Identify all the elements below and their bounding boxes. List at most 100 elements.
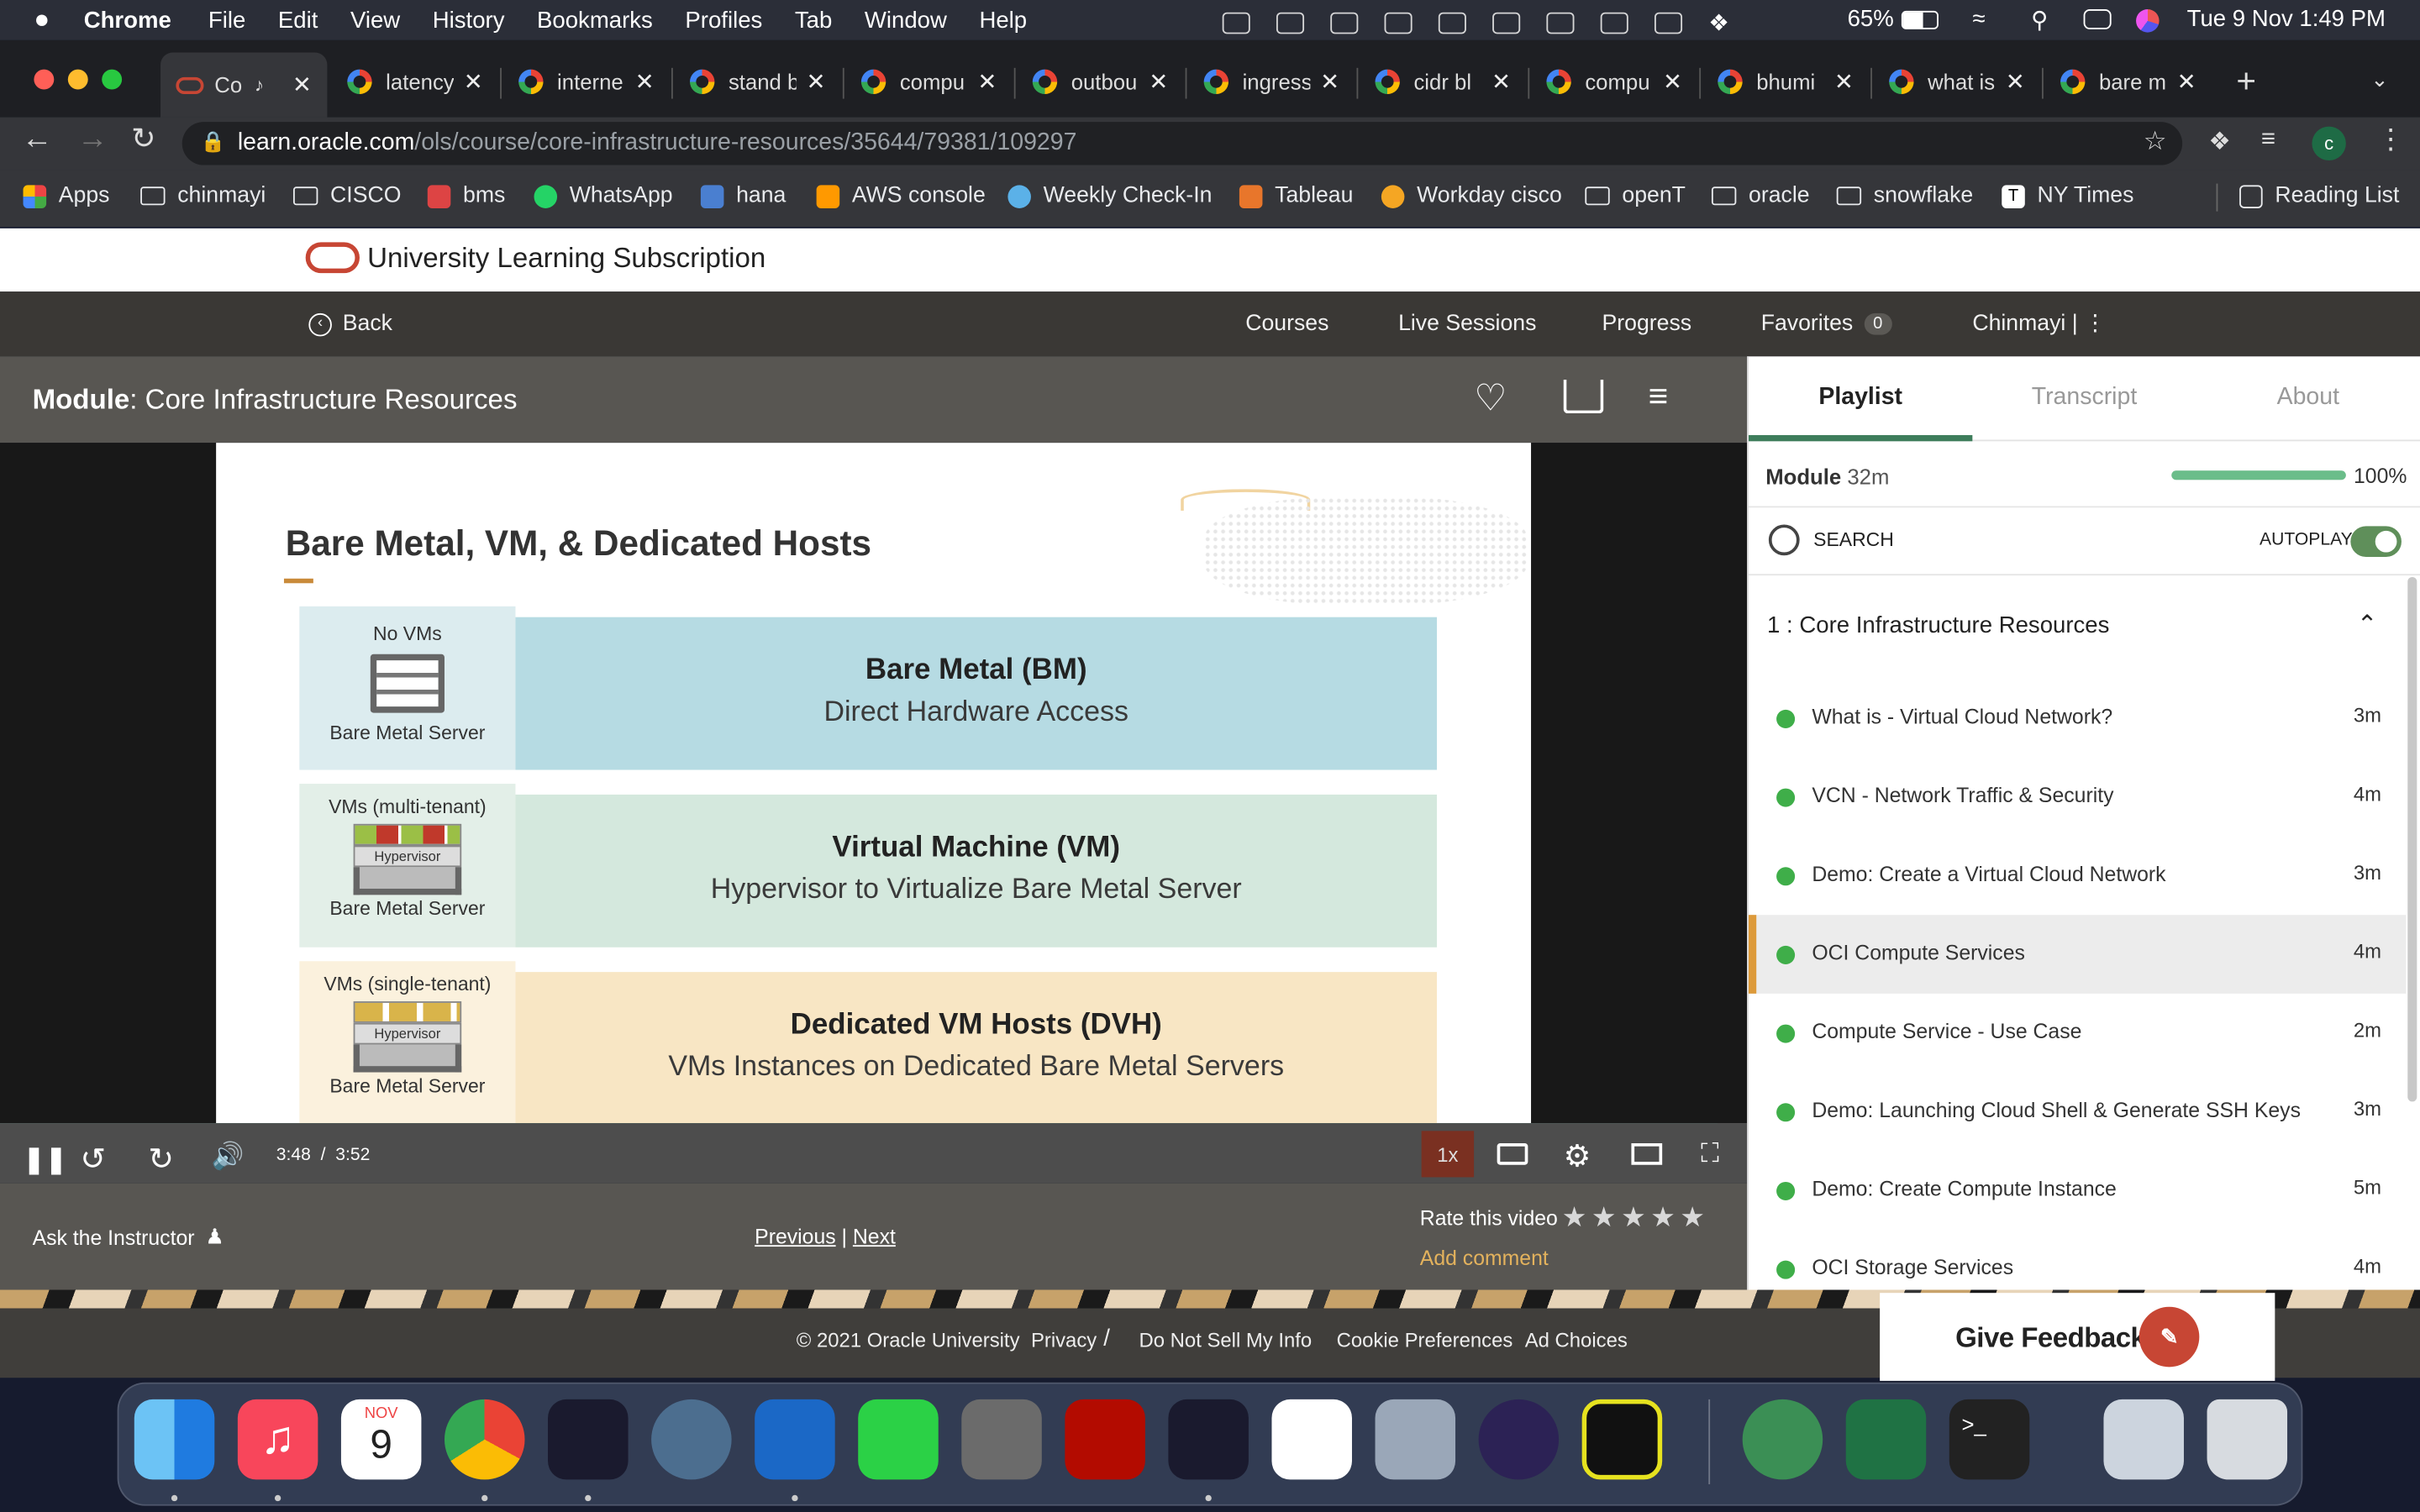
extensions-icon[interactable]: ❖ [2208, 127, 2230, 158]
fullscreen-icon[interactable]: ⛶ [1701, 1139, 1719, 1170]
close-tab-icon[interactable]: ✕ [2006, 68, 2025, 96]
speaker-icon[interactable]: ♪ [255, 74, 264, 96]
control-center-icon[interactable] [2083, 9, 2112, 29]
tray-icon[interactable] [1654, 12, 1683, 34]
settings-gear-icon[interactable]: ⚙ [1564, 1137, 1591, 1176]
brand-logo[interactable]: University Learning Subscription [305, 242, 765, 275]
close-tab-icon[interactable]: ✕ [1320, 68, 1339, 96]
bookmark-star-icon[interactable]: ☆ [2144, 127, 2167, 158]
playlist-search[interactable]: SEARCH [1768, 524, 1894, 556]
nav-user-menu[interactable]: Chinmayi | ⋮ [1972, 312, 2106, 336]
playlist-item[interactable]: VCN - Network Traffic & Security 4m [1749, 758, 2406, 837]
nav-favorites[interactable]: Favorites 0 [1761, 312, 1892, 336]
tab-search-icon[interactable]: ⌄ [2370, 66, 2389, 92]
do-not-sell-link[interactable]: Do Not Sell My Info [1139, 1328, 1313, 1352]
bookmark-link[interactable]: Tableau [1239, 184, 1353, 208]
spotlight-icon[interactable]: ⚲ [2031, 6, 2048, 34]
close-window-button[interactable] [34, 69, 55, 90]
tray-icon[interactable] [1546, 12, 1575, 34]
bookmark-link[interactable]: Weekly Check-In [1007, 184, 1212, 208]
pycharm-icon[interactable] [1581, 1399, 1663, 1480]
cookie-preferences-link[interactable]: Cookie Preferences [1337, 1328, 1513, 1352]
browser-tab[interactable]: stand b ✕ [675, 55, 841, 108]
menu-app-name[interactable]: Chrome [84, 7, 171, 33]
bookmark-link[interactable]: bms [427, 184, 505, 208]
close-tab-icon[interactable]: ✕ [1149, 68, 1168, 96]
forward-10-icon[interactable]: ↻ [148, 1140, 174, 1179]
autoplay-toggle[interactable] [2350, 526, 2402, 558]
previous-link[interactable]: Previous [755, 1225, 835, 1248]
profile-avatar[interactable]: c [2312, 126, 2346, 161]
picture-in-picture-icon[interactable] [1631, 1143, 1663, 1165]
bookmark-link[interactable]: Workday cisco [1381, 184, 1562, 208]
bookmark-link[interactable]: hana [700, 184, 786, 208]
section-header[interactable]: 1 : Core Infrastructure Resources ⌃ [1749, 588, 2420, 669]
playlist-item[interactable]: Compute Service - Use Case 2m [1749, 994, 2406, 1073]
list-menu-icon[interactable]: ≡ [1649, 376, 1669, 417]
video-player[interactable]: Bare Metal, VM, & Dedicated Hosts No VMs… [0, 443, 1748, 1184]
close-tab-icon[interactable]: ✕ [1834, 68, 1854, 96]
minimize-window-button[interactable] [67, 69, 88, 90]
menu-tab[interactable]: Tab [795, 7, 832, 33]
browser-tab[interactable]: bhumi ✕ [1702, 55, 1869, 108]
tab-transcript[interactable]: Transcript [1972, 384, 2196, 412]
new-tab-button[interactable]: + [2236, 61, 2256, 102]
rewind-10-icon[interactable]: ↺ [81, 1140, 107, 1179]
tray-icon[interactable] [1384, 12, 1413, 34]
terminal-icon[interactable]: >_ [1949, 1399, 2030, 1480]
next-link[interactable]: Next [853, 1225, 896, 1248]
database-icon[interactable] [1375, 1399, 1456, 1480]
ask-instructor-link[interactable]: Ask the Instructor ♟ [33, 1225, 224, 1249]
outlook-icon[interactable] [755, 1399, 835, 1480]
network-app-icon[interactable] [1742, 1399, 1823, 1480]
star-rating-icon[interactable]: ★★★★★ [1562, 1202, 1710, 1235]
browser-tab-active[interactable]: Co ♪ ✕ [160, 52, 328, 118]
bookmark-link[interactable]: WhatsApp [534, 184, 673, 208]
trash-icon[interactable] [2207, 1399, 2288, 1480]
back-link[interactable]: ‹ Back [308, 312, 392, 336]
playlist-scrollbar[interactable] [2407, 576, 2417, 1102]
browser-tab[interactable]: compu ✕ [846, 55, 1013, 108]
menu-history[interactable]: History [433, 7, 505, 33]
browser-tab[interactable]: latency ✕ [332, 55, 498, 108]
finder-icon[interactable] [134, 1399, 215, 1480]
close-tab-icon[interactable]: ✕ [292, 71, 312, 98]
excel-icon[interactable] [1845, 1399, 1927, 1480]
zoom-window-button[interactable] [102, 69, 123, 90]
reading-list-button[interactable]: Reading List [2239, 184, 2399, 208]
browser-tab[interactable]: bare m ✕ [2045, 55, 2212, 108]
webex-meetings-icon[interactable] [1168, 1399, 1249, 1480]
nav-live-sessions[interactable]: Live Sessions [1398, 312, 1536, 336]
tray-icon[interactable] [1222, 12, 1250, 34]
nav-courses[interactable]: Courses [1245, 312, 1328, 336]
menu-help[interactable]: Help [979, 7, 1027, 33]
tray-icon[interactable] [1330, 12, 1359, 34]
playlist-item[interactable]: What is - Virtual Cloud Network? 3m [1749, 679, 2406, 758]
browser-tab[interactable]: interne ✕ [503, 55, 670, 108]
close-tab-icon[interactable]: ✕ [635, 68, 655, 96]
wifi-icon[interactable]: ≈ [1972, 6, 1985, 32]
forward-arrow-icon[interactable]: → [77, 122, 108, 157]
bookmark-folder[interactable]: CISCO [292, 184, 401, 208]
add-comment-link[interactable]: Add comment [1420, 1247, 1549, 1270]
playlist-item[interactable]: Demo: Launching Cloud Shell & Generate S… [1749, 1073, 2406, 1152]
browser-tab[interactable]: outbou ✕ [1017, 55, 1183, 108]
playlist-item[interactable]: Demo: Create a Virtual Cloud Network 3m [1749, 837, 2406, 916]
share-icon[interactable] [1563, 379, 1604, 414]
chrome-menu-icon[interactable]: ⋮ [2377, 123, 2405, 156]
playlist-item-current[interactable]: OCI Compute Services 4m [1749, 915, 2407, 994]
menu-profiles[interactable]: Profiles [685, 7, 762, 33]
bookmark-folder[interactable]: oracle [1711, 184, 1810, 208]
documents-stack-icon[interactable] [2103, 1399, 2184, 1480]
address-bar[interactable]: 🔒 learn.oracle.com/ols/course/core-infra… [182, 122, 2183, 165]
heart-icon[interactable]: ♡ [1474, 376, 1507, 421]
tray-icon[interactable] [1276, 12, 1305, 34]
battery-icon[interactable] [1901, 10, 1939, 29]
close-tab-icon[interactable]: ✕ [464, 68, 483, 96]
close-tab-icon[interactable]: ✕ [807, 68, 826, 96]
calendar-icon[interactable]: NOV 9 [340, 1399, 422, 1480]
browser-tab[interactable]: cidr bl ✕ [1360, 55, 1526, 108]
menu-view[interactable]: View [350, 7, 400, 33]
bluetooth-icon[interactable]: ❖ [1708, 9, 1729, 37]
bookmark-link[interactable]: T NY Times [2002, 184, 2133, 208]
